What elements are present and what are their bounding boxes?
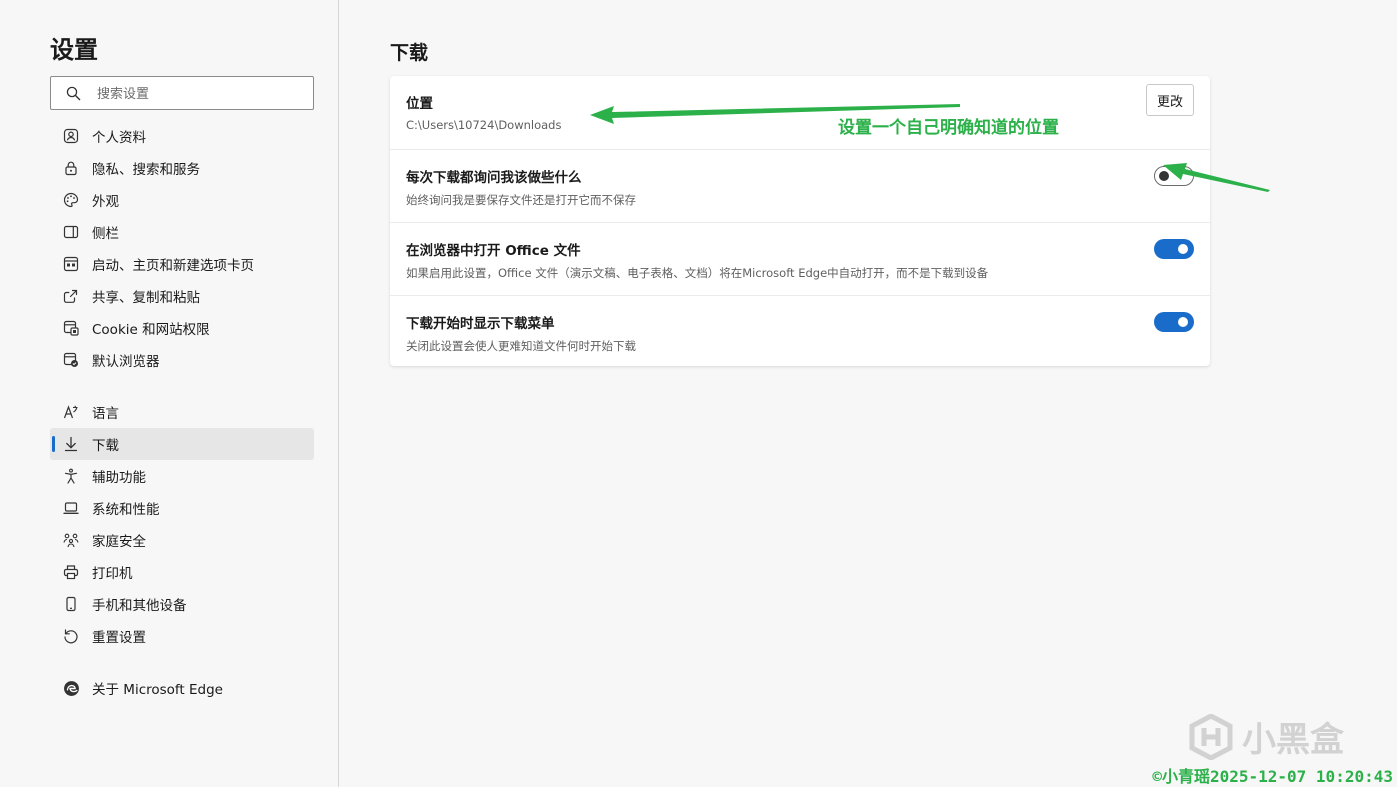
- timestamp-stamp: ©小青瑶2025-12-07 10:20:43: [1152, 767, 1393, 786]
- watermark-logo-icon: [1189, 713, 1233, 760]
- annotation-text: 设置一个自己明确知道的位置: [838, 118, 1059, 138]
- watermark: 小黑盒: [1188, 712, 1344, 761]
- annotation-arrows: [590, 104, 1270, 192]
- watermark-text: 小黑盒: [1242, 720, 1344, 760]
- annotation-arrow-toggle: [1163, 163, 1270, 192]
